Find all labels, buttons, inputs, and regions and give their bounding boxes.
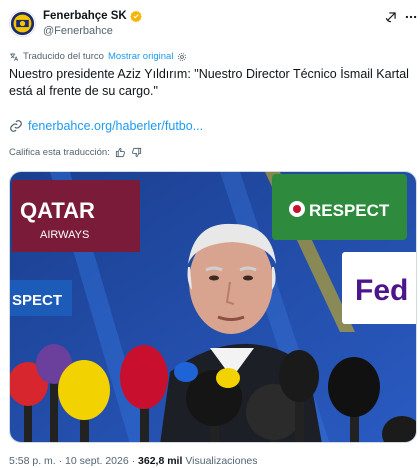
article-link[interactable]: fenerbahce.org/haberler/futbo... (28, 119, 203, 133)
author-name[interactable]: Fenerbahçe SK (43, 10, 127, 22)
spect-text: SPECT (12, 292, 62, 309)
avatar[interactable] (9, 10, 36, 37)
views-label: Visualizaciones (185, 455, 258, 467)
post-photo[interactable]: QATAR AIRWAYS RESPECT SPECT Fed (9, 171, 417, 443)
respect-text: RESPECT (309, 201, 390, 220)
post-meta: 5:58 p. m. · 10 sept. 2026 · 362,8 mil V… (9, 455, 258, 467)
post-date[interactable]: 10 sept. 2026 (65, 455, 129, 467)
rate-translation-label: Califica esta traducción: (9, 147, 110, 158)
show-original-link[interactable]: Mostrar original (108, 51, 173, 62)
fedex-banner: Fed (342, 252, 416, 324)
post-time[interactable]: 5:58 p. m. (9, 455, 56, 467)
qatar-airways-banner: QATAR AIRWAYS (12, 180, 140, 252)
thumbs-down-icon[interactable] (131, 147, 142, 158)
views-count[interactable]: 362,8 mil (138, 455, 182, 467)
grok-icon[interactable] (384, 10, 398, 24)
gear-icon[interactable] (177, 52, 187, 62)
translate-icon (9, 52, 19, 62)
verified-badge-icon (129, 10, 142, 22)
author-handle[interactable]: @Fenerbahce (43, 25, 113, 37)
respect-banner: RESPECT (272, 174, 407, 240)
link-icon (9, 119, 23, 133)
rate-translation-row: Califica esta traducción: (9, 147, 142, 158)
name-row: Fenerbahçe SK (43, 10, 142, 22)
separator: · (58, 455, 63, 467)
post-header: Fenerbahçe SK @Fenerbahce (0, 0, 420, 44)
airways-text: AIRWAYS (40, 229, 89, 241)
post-text: Nuestro presidente Aziz Yıldırım: "Nuest… (9, 67, 409, 98)
translated-label: Traducido del turco (23, 51, 104, 62)
thumbs-up-icon[interactable] (115, 147, 126, 158)
respect-banner-left: SPECT (10, 280, 72, 316)
link-row[interactable]: fenerbahce.org/haberler/futbo... (9, 119, 203, 133)
separator: · (131, 455, 136, 467)
qatar-text: QATAR (20, 198, 95, 223)
more-options-icon[interactable] (404, 10, 418, 24)
fedex-text: Fed (355, 274, 408, 307)
translation-info: Traducido del turco Mostrar original (9, 51, 187, 62)
